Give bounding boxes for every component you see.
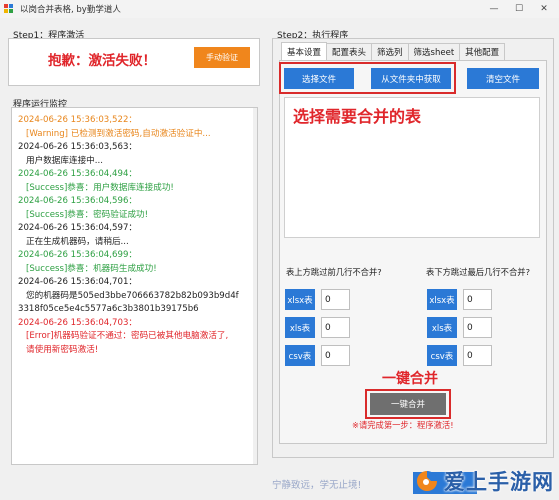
csv-tag: csv表 — [285, 345, 315, 366]
clear-files-button[interactable]: 清空文件 — [467, 68, 539, 89]
log-output[interactable]: 2024-06-26 15:36:03,522： [Warning] 已检测到激活… — [11, 107, 258, 465]
watermark-logo-icon — [414, 468, 440, 494]
tab-filter-columns[interactable]: 筛选列 — [371, 43, 409, 60]
close-button[interactable]: ✕ — [532, 0, 556, 18]
minimize-button[interactable]: — — [482, 0, 506, 18]
activation-fail-text: 抱歉：激活失败！ — [48, 53, 156, 69]
log-line: 3318f05ce5e4c5577a6c3b3801b39175b6 — [18, 304, 199, 314]
xls-skip-top-input[interactable]: 0 — [321, 317, 350, 338]
app-logo-icon — [4, 4, 14, 14]
xlsx-skip-top-input[interactable]: 0 — [321, 289, 350, 310]
xlsx-tag-bottom: xlsx表 — [427, 289, 457, 310]
maximize-button[interactable]: ☐ — [507, 0, 531, 18]
log-line: 2024-06-26 15:36:04,701： — [18, 277, 137, 287]
tab-other-config[interactable]: 其他配置 — [459, 43, 506, 60]
xls-skip-bottom-input[interactable]: 0 — [463, 317, 492, 338]
log-line: 请使用新密码激活! — [26, 344, 99, 355]
log-line: 2024-06-26 15:36:03,522： — [18, 115, 137, 125]
csv-tag-bottom: csv表 — [427, 345, 457, 366]
log-line: 2024-06-26 15:36:04,699： — [18, 250, 137, 260]
log-line: [Success]恭喜：用户数据库连接成功! — [26, 182, 174, 193]
manual-verify-button[interactable]: 手动验证 — [194, 47, 250, 68]
status-text: 宁静致远，学无止境! — [272, 480, 362, 491]
log-line: 2024-06-26 15:36:04,494： — [18, 169, 137, 179]
xlsx-tag: xlsx表 — [285, 289, 315, 310]
log-line: [Success]恭喜：机器码生成成功! — [26, 263, 157, 274]
xlsx-skip-bottom-input[interactable]: 0 — [463, 289, 492, 310]
xls-tag-bottom: xls表 — [427, 317, 457, 338]
select-file-button[interactable]: 选择文件 — [284, 68, 354, 89]
annotation-one-click-merge: 一键合并 — [382, 371, 438, 387]
log-line: 2024-06-26 15:36:04,597： — [18, 223, 137, 233]
log-line: 您的机器码是505ed3bbe706663782b82b093b9d4f — [26, 290, 239, 301]
log-scrollbar[interactable] — [253, 108, 257, 464]
xls-tag: xls表 — [285, 317, 315, 338]
log-line: [Error]机器码验证不通过：密码已被其他电脑激活了, — [26, 331, 229, 341]
log-line: 正在生成机器码，请稍后... — [26, 236, 129, 247]
log-line: 2024-06-26 15:36:03,563： — [18, 142, 137, 152]
annotation-select-tables: 选择需要合并的表 — [293, 107, 422, 126]
skip-top-rows-label: 表上方跳过前几行不合并? — [286, 267, 382, 277]
tab-basic-settings[interactable]: 基本设置 — [281, 42, 328, 60]
csv-skip-top-input[interactable]: 0 — [321, 345, 350, 366]
one-click-merge-button[interactable]: 一键合并 — [370, 393, 446, 415]
activation-hint: ※请完成第一步：程序激活! — [352, 420, 454, 430]
log-line: [Warning] 已检测到激活密码,自动激活验证中... — [26, 128, 211, 139]
log-line: 2024-06-26 15:36:04,703： — [18, 317, 137, 328]
select-folder-button[interactable]: 从文件夹中获取 — [371, 68, 451, 89]
window-title: 以岗合并表格, by勤学道人 — [20, 5, 121, 15]
log-line: 用户数据库连接中... — [26, 155, 103, 166]
tab-filter-sheet[interactable]: 筛选sheet — [407, 43, 461, 60]
settings-tabs: 基本设置 配置表头 筛选列 筛选sheet 其他配置 — [281, 42, 506, 60]
log-line: 2024-06-26 15:36:04,596： — [18, 196, 137, 206]
watermark-text: 爱上手游网 — [444, 470, 554, 494]
tab-header-config[interactable]: 配置表头 — [326, 43, 373, 60]
title-bar: 以岗合并表格, by勤学道人 — ☐ ✕ — [0, 0, 559, 18]
log-line: [Success]恭喜：密码验证成功! — [26, 209, 149, 220]
watermark: 爱上手游网 — [414, 462, 559, 500]
skip-bottom-rows-label: 表下方跳过最后几行不合并? — [426, 267, 530, 277]
csv-skip-bottom-input[interactable]: 0 — [463, 345, 492, 366]
